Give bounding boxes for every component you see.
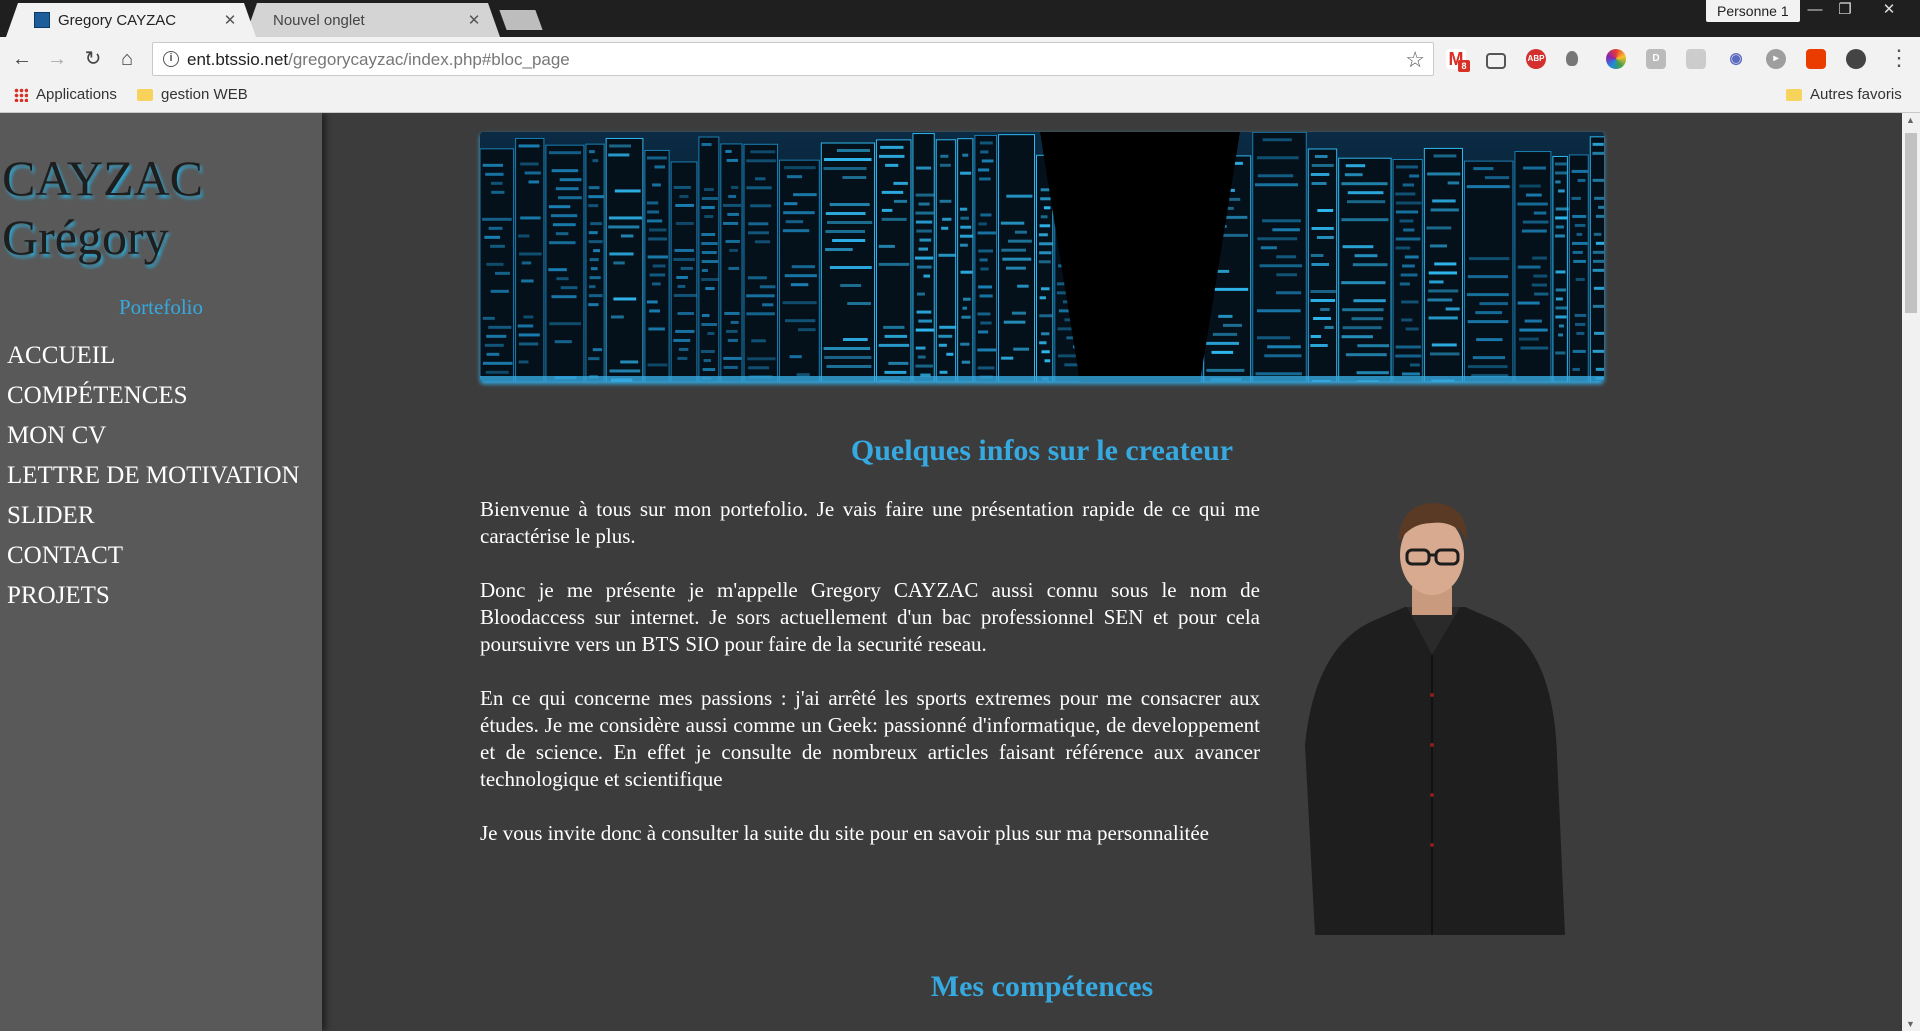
nav-item-mon-cv[interactable]: MON CV <box>7 420 300 460</box>
nav-item-projets[interactable]: PROJETS <box>7 580 300 620</box>
gmail-badge: 8 <box>1458 60 1470 72</box>
info-icon[interactable]: i <box>163 51 179 67</box>
browser-toolbar: ← → ↻ ⌂ i ent.btssio.net/gregorycayzac/i… <box>0 37 1920 82</box>
scroll-up-arrow-icon[interactable]: ▲ <box>1906 115 1915 125</box>
menu-icon[interactable]: ⋮ <box>1888 45 1910 71</box>
about-paragraph: En ce qui concerne mes passions : j'ai a… <box>480 686 1260 791</box>
sidebar: CAYZAC Grégory Portefolio ACCUEIL COMPÉT… <box>0 113 322 1031</box>
bookmark-applications[interactable]: Applications <box>14 86 117 103</box>
address-bar[interactable]: i ent.btssio.net/gregorycayzac/index.php… <box>152 42 1434 76</box>
page-scrollbar[interactable]: ▲ ▼ <box>1902 113 1920 1031</box>
site-title-line2: Grégory <box>2 209 169 265</box>
site-subtitle: Portefolio <box>119 295 203 319</box>
eye-icon[interactable]: ▸ <box>1766 49 1786 69</box>
folder-icon <box>1786 88 1802 101</box>
restore-button[interactable]: ❐ <box>1831 0 1859 22</box>
folder-icon <box>137 88 153 101</box>
bookmark-label: Autres favoris <box>1810 86 1902 103</box>
code-city-banner-image <box>480 132 1604 382</box>
url-host: ent.btssio.net <box>187 50 289 69</box>
bookmark-label: Applications <box>36 86 117 103</box>
nav-item-lettre-de-motivation[interactable]: LETTRE DE MOTIVATION <box>7 460 300 500</box>
adblock-icon[interactable]: ABP <box>1526 49 1546 69</box>
tab-nouvel-onglet[interactable]: Nouvel onglet ✕ <box>245 3 500 37</box>
tab-gregory-cayzac[interactable]: Gregory CAYZAC ✕ <box>6 3 256 37</box>
web-page: CAYZAC Grégory Portefolio ACCUEIL COMPÉT… <box>0 113 1902 1031</box>
nav-item-slider[interactable]: SLIDER <box>7 500 300 540</box>
main-nav: ACCUEIL COMPÉTENCES MON CV LETTRE DE MOT… <box>7 340 300 620</box>
bookmark-label: gestion WEB <box>161 86 248 103</box>
bookmarks-bar: Applications gestion WEB Autres favoris <box>0 82 1920 113</box>
skills-section-title: Mes compétences <box>930 970 1154 1003</box>
close-icon[interactable]: ✕ <box>222 11 238 29</box>
tab-title: Gregory CAYZAC <box>58 11 177 29</box>
bookmark-autres-favoris[interactable]: Autres favoris <box>1786 86 1902 103</box>
image-extension-icon[interactable] <box>1686 49 1706 69</box>
nav-item-accueil[interactable]: ACCUEIL <box>7 340 300 380</box>
home-button[interactable]: ⌂ <box>114 46 140 72</box>
site-title: CAYZAC Grégory <box>2 149 203 267</box>
scroll-down-arrow-icon[interactable]: ▼ <box>1906 1019 1915 1029</box>
scrollbar-thumb[interactable] <box>1905 133 1917 313</box>
site-title-line1: CAYZAC <box>2 150 203 206</box>
office-icon[interactable] <box>1806 49 1826 69</box>
profile-button[interactable]: Personne 1 <box>1706 0 1800 22</box>
profile-photo <box>1305 503 1565 935</box>
site-favicon-icon <box>34 12 50 28</box>
nav-item-competences[interactable]: COMPÉTENCES <box>7 380 300 420</box>
back-button[interactable]: ← <box>9 46 35 72</box>
nav-item-contact[interactable]: CONTACT <box>7 540 300 580</box>
reload-button[interactable]: ↻ <box>80 46 106 72</box>
about-paragraph: Bienvenue à tous sur mon portefolio. Je … <box>480 497 1260 548</box>
url-text: ent.btssio.net/gregorycayzac/index.php#b… <box>187 50 570 70</box>
about-paragraph: Je vous invite donc à consulter la suite… <box>480 821 1210 845</box>
minimize-button[interactable]: — <box>1801 0 1829 22</box>
star-icon[interactable]: ☆ <box>1405 47 1425 73</box>
url-path: /gregorycayzac/index.php#bloc_page <box>288 50 570 69</box>
color-wheel-icon[interactable] <box>1606 49 1626 69</box>
about-paragraph: Donc je me présente je m'appelle Gregory… <box>480 578 1260 656</box>
close-window-button[interactable]: ✕ <box>1875 0 1903 22</box>
tab-title: Nouvel onglet <box>273 11 365 29</box>
tab-strip: Gregory CAYZAC ✕ Nouvel onglet ✕ Personn… <box>0 0 1920 37</box>
bulb-icon[interactable] <box>1566 51 1578 66</box>
owl-icon[interactable]: ◉ <box>1726 49 1746 69</box>
puzzle-icon[interactable] <box>1846 49 1866 69</box>
d-extension-icon[interactable]: D <box>1646 49 1666 69</box>
about-text: Bienvenue à tous sur mon portefolio. Je … <box>480 496 1260 874</box>
close-icon[interactable]: ✕ <box>466 11 482 29</box>
new-tab-button[interactable] <box>499 10 543 30</box>
about-section-title: Quelques infos sur le createur <box>850 434 1234 467</box>
forward-button[interactable]: → <box>44 46 70 72</box>
cast-icon[interactable] <box>1486 53 1506 69</box>
bookmark-gestion-web[interactable]: gestion WEB <box>137 86 248 103</box>
apps-grid-icon <box>14 87 28 102</box>
header-banner <box>480 132 1604 382</box>
